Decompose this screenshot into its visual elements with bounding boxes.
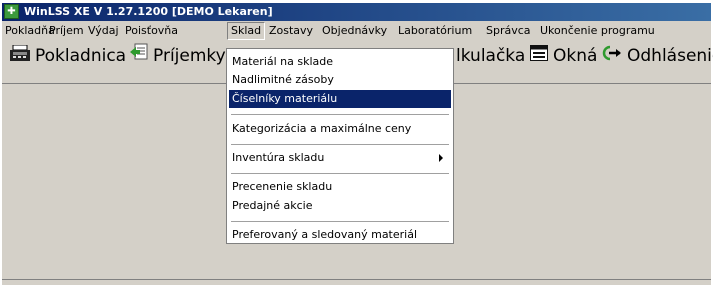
sklad-dropdown-menu: Materiál na sklade Nadlimitné zásoby Čís… bbox=[226, 48, 454, 244]
menu-spravca[interactable]: Správca bbox=[483, 22, 534, 40]
cash-register-icon bbox=[10, 41, 30, 71]
toolbar-kalkulacka-label: lkulačka bbox=[456, 46, 526, 66]
menu-vydaj[interactable]: Výdaj bbox=[85, 22, 122, 40]
menu-prijem[interactable]: Príjem bbox=[46, 22, 87, 40]
menu-ukoncenie-programu[interactable]: Ukončenie programu bbox=[537, 22, 658, 40]
menu-item-predajne-akcie[interactable]: Predajné akcie bbox=[229, 197, 451, 215]
menu-laboratorium[interactable]: Laboratórium bbox=[395, 22, 475, 40]
logout-arrow-icon bbox=[602, 41, 622, 71]
toolbar-prijemky-label: Príjemky bbox=[153, 46, 226, 66]
toolbar-pokladnica-label: Pokladnica bbox=[35, 46, 127, 66]
toolbar-okna-button[interactable]: Okná bbox=[530, 41, 597, 71]
toolbar-odhlasenie-label: Odhlásenie bbox=[627, 46, 713, 66]
window-icon bbox=[530, 41, 548, 71]
menu-poistovna[interactable]: Poisťovňa bbox=[122, 22, 181, 40]
toolbar-okna-label: Okná bbox=[553, 46, 598, 66]
toolbar-pokladnica-button[interactable]: Pokladnica bbox=[10, 41, 126, 71]
toolbar-prijemky-button[interactable]: Príjemky bbox=[130, 41, 226, 71]
menu-item-kategorizacia-a-maximalne-ceny[interactable]: Kategorizácia a maximálne ceny bbox=[229, 120, 451, 138]
menu-item-inventura-skladu[interactable]: Inventúra skladu bbox=[229, 149, 451, 167]
menu-item-preferovany-a-sledovany-material[interactable]: Preferovaný a sledovaný materiál bbox=[229, 226, 451, 244]
menu-zostavy[interactable]: Zostavy bbox=[266, 22, 316, 40]
menu-item-inventura-skladu-label: Inventúra skladu bbox=[232, 151, 325, 164]
title-bar[interactable]: ✚ WinLSS XE V 1.27.1200 [DEMO Lekaren] bbox=[2, 3, 711, 21]
app-logo-icon: ✚ bbox=[4, 4, 19, 19]
window-title: WinLSS XE V 1.27.1200 [DEMO Lekaren] bbox=[24, 5, 273, 18]
menu-item-nadlimitne-zasoby[interactable]: Nadlimitné zásoby bbox=[229, 71, 451, 89]
receipt-icon bbox=[130, 41, 148, 71]
menu-item-ciselniky-materialu[interactable]: Číselníky materiálu bbox=[229, 90, 451, 108]
submenu-arrow-icon bbox=[439, 154, 443, 162]
menu-objednavky[interactable]: Objednávky bbox=[319, 22, 390, 40]
menu-separator bbox=[231, 173, 449, 174]
toolbar-kalkulacka-button[interactable]: lkulačka bbox=[456, 41, 525, 71]
menu-separator bbox=[231, 114, 449, 115]
toolbar-odhlasenie-button[interactable]: Odhlásenie bbox=[602, 41, 713, 71]
menu-sklad[interactable]: Sklad bbox=[227, 22, 266, 40]
menu-item-material-na-sklade[interactable]: Materiál na sklade bbox=[229, 53, 451, 71]
menu-bar: Pokladňa Príjem Výdaj Poisťovňa Sklad Zo… bbox=[2, 22, 711, 40]
menu-separator bbox=[231, 144, 449, 145]
menu-item-precenenie-skladu[interactable]: Precenenie skladu bbox=[229, 178, 451, 196]
menu-separator bbox=[231, 221, 449, 222]
